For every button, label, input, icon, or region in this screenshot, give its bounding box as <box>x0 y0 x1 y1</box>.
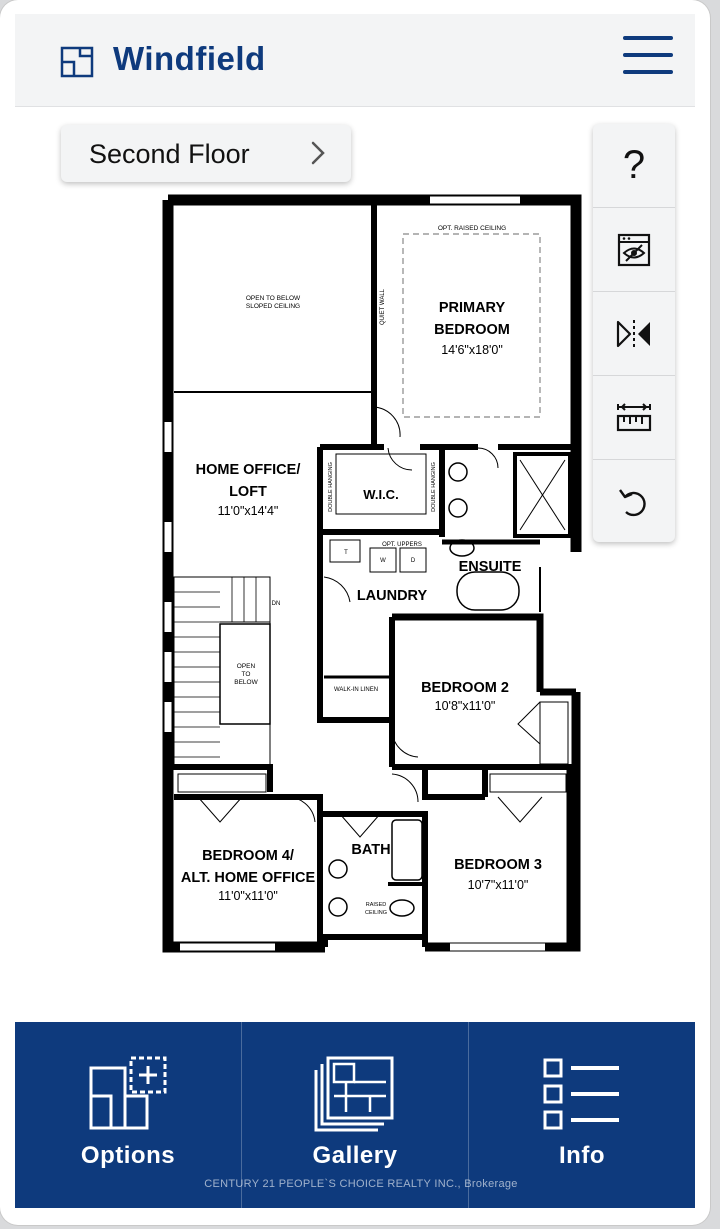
mirror-button[interactable] <box>593 292 675 376</box>
reset-button[interactable] <box>593 460 675 542</box>
ruler-icon <box>616 402 652 431</box>
plan-note: D <box>411 558 416 564</box>
plan-note: OPEN TO BELOW <box>246 295 301 302</box>
room-name: BEDROOM 3 <box>454 857 542 873</box>
plan-note: SLOPED CEILING <box>246 303 300 310</box>
room-name: BEDROOM 2 <box>421 680 509 696</box>
floor-selector-label: Second Floor <box>89 139 250 169</box>
eye-off-icon <box>617 233 651 266</box>
room-size: 10'7"x11'0" <box>468 878 529 892</box>
floorplan-add-icon <box>89 1056 167 1130</box>
plan-note: W <box>380 558 386 564</box>
gallery-icon <box>314 1056 394 1132</box>
app-header: Windfield <box>15 14 695 107</box>
plan-note: T <box>344 550 348 556</box>
room-name: W.I.C. <box>363 487 398 502</box>
chevron-right-icon <box>311 141 325 165</box>
menu-bar <box>623 53 673 57</box>
room-name: BATH <box>351 842 390 858</box>
list-icon <box>543 1058 619 1130</box>
plan-note: OPT. UPPERS <box>382 542 422 548</box>
help-button[interactable]: ? <box>593 124 675 208</box>
room-size: 11'0"x14'4" <box>218 504 279 518</box>
info-label: Info <box>559 1142 605 1169</box>
room-size: 14'6"x18'0" <box>441 343 503 357</box>
mirror-flip-icon <box>616 319 650 348</box>
room-name: PRIMARY <box>439 300 506 316</box>
undo-icon <box>619 488 646 516</box>
floorplan-logo-icon <box>60 46 94 78</box>
menu-bar <box>623 70 673 74</box>
room-size: 10'8"x11'0" <box>435 699 496 713</box>
room-size: 11'0"x11'0" <box>218 889 278 903</box>
app-frame: Windfield Second Floor ? PRIMARY BEDROOM… <box>0 0 710 1225</box>
room-name: ALT. HOME OFFICE <box>181 870 316 886</box>
options-label: Options <box>80 1142 176 1169</box>
plan-note: RAISED <box>366 902 387 908</box>
floor-selector[interactable]: Second Floor <box>61 125 351 182</box>
room-name: LAUNDRY <box>357 588 428 604</box>
plan-note: BELOW <box>234 679 258 686</box>
question-mark-icon: ? <box>622 143 646 187</box>
menu-bar <box>623 36 673 40</box>
room-name: BEDROOM 4/ <box>202 848 294 864</box>
plan-note: QUIET WALL <box>380 288 386 325</box>
hamburger-menu-button[interactable] <box>623 36 673 78</box>
plan-note: CEILING <box>365 910 387 916</box>
brand-name: Windfield <box>113 40 266 77</box>
room-name: ENSUITE <box>459 559 522 575</box>
plan-toolbar: ? <box>593 124 675 542</box>
plan-note: DOUBLE HANGING <box>431 462 437 512</box>
gallery-label: Gallery <box>312 1142 398 1169</box>
plan-note: TO <box>242 671 251 678</box>
room-name: BEDROOM <box>434 322 510 338</box>
plan-note: OPT. RAISED CEILING <box>438 225 506 232</box>
measure-button[interactable] <box>593 376 675 460</box>
plan-note: DOUBLE HANGING <box>328 462 334 512</box>
hide-furniture-button[interactable] <box>593 208 675 292</box>
plan-note: WALK-IN LINEN <box>334 687 378 693</box>
brokerage-credit: CENTURY 21 PEOPLE`S CHOICE REALTY INC., … <box>204 1178 518 1190</box>
room-name: LOFT <box>229 484 267 500</box>
plan-note: OPEN <box>237 663 256 670</box>
plan-note: DN <box>272 601 281 607</box>
room-name: HOME OFFICE/ <box>196 462 301 478</box>
floor-plan[interactable]: PRIMARY BEDROOM 14'6"x18'0" HOME OFFICE/… <box>160 192 585 957</box>
